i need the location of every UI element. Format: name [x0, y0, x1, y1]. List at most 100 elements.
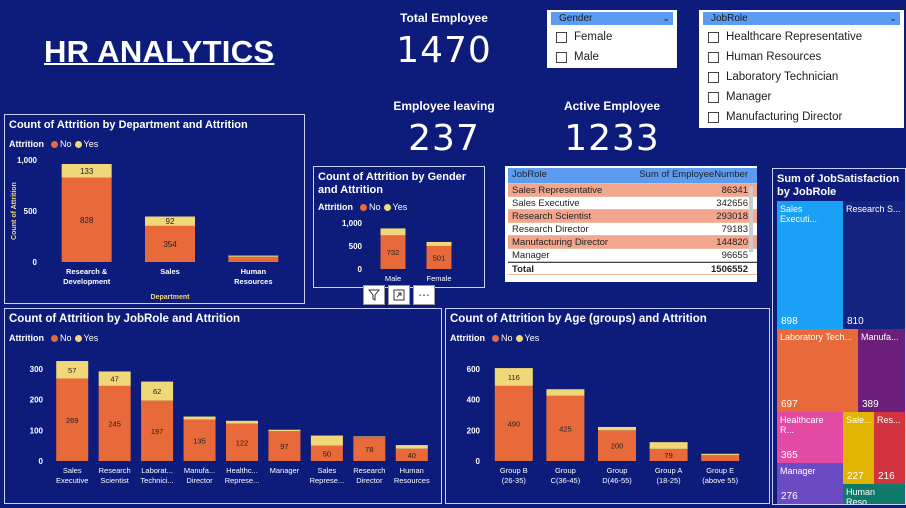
jobrole-option[interactable]: Laboratory Technician [699, 67, 904, 87]
focus-mode-icon[interactable] [388, 285, 410, 305]
chart-legend: Attrition No Yes [450, 333, 539, 343]
legend-yes-dot [74, 334, 82, 342]
x-tick-label: Group A [655, 466, 683, 475]
tile-label: Laboratory Tech... [780, 332, 852, 342]
option-label: Laboratory Technician [726, 71, 839, 83]
table-total-label: Total [512, 264, 534, 274]
legend-no: No [369, 202, 381, 212]
treemap-tile[interactable]: Sale... 227 [843, 412, 874, 484]
kpi-leaving-value: 237 [408, 118, 480, 159]
filter-icon[interactable] [363, 285, 385, 305]
y-axis-label: Count of Attrition [11, 182, 18, 240]
table-cell-jobrole: Manager [512, 250, 550, 261]
y-tick-label: 0 [39, 457, 44, 466]
jobrole-slicer-header[interactable]: JobRole ⌄ [703, 12, 900, 25]
checkbox-icon[interactable] [708, 31, 719, 43]
legend-no: No [60, 139, 72, 149]
y-tick-label: 200 [30, 396, 44, 405]
data-label-yes: 47 [110, 375, 118, 384]
chart-attrition-by-gender[interactable]: Count of Attrition by Gender and Attriti… [313, 166, 485, 288]
chart-attrition-by-age[interactable]: Count of Attrition by Age (groups) and A… [445, 308, 770, 504]
checkbox-icon[interactable] [708, 91, 719, 103]
table-row[interactable]: Sales Executive 342656 [508, 197, 757, 210]
tile-value: 697 [781, 399, 798, 410]
data-label-no: 828 [80, 216, 94, 225]
tile-value: 389 [862, 399, 879, 410]
option-label: Healthcare Representative [726, 31, 863, 43]
x-tick-label: Sales [318, 466, 337, 475]
kpi-total-value: 1470 [396, 30, 492, 71]
table-header-sum[interactable]: Sum of EmployeeNumber [632, 168, 752, 183]
x-tick-label: Resources [234, 277, 272, 286]
gender-option-male[interactable]: Male [547, 47, 677, 67]
jobrole-slicer[interactable]: JobRole ⌄ Healthcare Representative Human… [699, 10, 904, 128]
y-tick-label: 300 [30, 365, 44, 374]
chevron-down-icon[interactable]: ⌄ [662, 12, 670, 25]
chart-title: Count of Attrition by JobRole and Attrit… [9, 313, 241, 325]
data-label-no: 269 [66, 416, 79, 425]
checkbox-icon[interactable] [556, 51, 567, 63]
chart-attrition-by-jobrole[interactable]: Count of Attrition by JobRole and Attrit… [4, 308, 442, 504]
bar-yes [701, 453, 740, 456]
kpi-total-label: Total Employee [400, 11, 488, 25]
treemap-jobsatisfaction[interactable]: Sum of JobSatisfaction by JobRole Sales … [772, 168, 906, 505]
table-row[interactable]: Sales Representative 86341 [508, 184, 757, 197]
treemap-tile[interactable]: Laboratory Tech... 697 [777, 329, 858, 412]
chart-plot-area: 0 500 1,000 Count of Attrition 828 133 Researc… [11, 156, 279, 301]
gender-option-female[interactable]: Female [547, 27, 677, 47]
legend-yes: Yes [524, 333, 540, 343]
treemap-tile[interactable]: Manager 276 [777, 463, 843, 504]
gender-slicer[interactable]: Gender ⌄ Female Male [547, 10, 677, 68]
jobrole-option[interactable]: Manager [699, 87, 904, 107]
jobrole-option[interactable]: Manufacturing Director [699, 107, 904, 127]
treemap-tile[interactable]: Sales Executi... 898 [777, 201, 843, 329]
table-header-jobrole[interactable]: JobRole [508, 168, 632, 183]
table-row[interactable]: Manager 96655 [508, 249, 757, 262]
chart-legend: Attrition No Yes [318, 202, 407, 212]
tile-label: Manager [780, 466, 816, 476]
chevron-down-icon[interactable]: ⌄ [889, 12, 897, 25]
data-label-no: 97 [280, 442, 288, 451]
jobrole-option[interactable]: Human Resources [699, 47, 904, 67]
chart-attrition-by-department[interactable]: Count of Attrition by Department and Att… [4, 114, 305, 304]
checkbox-icon[interactable] [556, 31, 567, 43]
x-tick-label: (above 55) [702, 476, 738, 485]
y-tick-label: 0 [358, 265, 363, 274]
x-tick-label: Technici... [140, 476, 173, 485]
checkbox-icon[interactable] [708, 111, 719, 123]
bar-yes [546, 389, 585, 396]
treemap-tile[interactable]: Human Reso... [843, 484, 905, 504]
more-options-icon[interactable]: ⋯ [413, 285, 435, 305]
table-scrollbar[interactable] [749, 186, 753, 252]
chart-plot-area: 0200400600490116Group B(26-35)425GroupC(… [467, 365, 740, 485]
legend-no-dot [51, 140, 58, 148]
kpi-active-label: Active Employee [563, 99, 661, 113]
x-tick-label: Group [555, 466, 576, 475]
checkbox-icon[interactable] [708, 51, 719, 63]
table-row[interactable]: Research Scientist 293018 [508, 210, 757, 223]
checkbox-icon[interactable] [708, 71, 719, 83]
table-row[interactable]: Research Director 79183 [508, 223, 757, 236]
x-tick-label: (26-35) [502, 476, 527, 485]
x-tick-label: Human [241, 267, 267, 276]
data-label-yes: 116 [508, 373, 520, 382]
gender-slicer-header[interactable]: Gender ⌄ [551, 12, 673, 25]
data-label-no: 40 [408, 451, 416, 460]
legend-title: Attrition [318, 202, 353, 212]
treemap-tile[interactable]: Research S... 810 [843, 201, 905, 329]
legend-yes: Yes [392, 202, 408, 212]
jobrole-option[interactable]: Healthcare Representative [699, 27, 904, 47]
x-tick-label: Research & [66, 267, 108, 276]
treemap-tile[interactable]: Healthcare R... 365 [777, 412, 843, 463]
data-label-no: 200 [611, 442, 624, 451]
treemap-tile[interactable]: Res... 216 [874, 412, 905, 484]
data-label-no: 50 [323, 449, 331, 458]
legend-no-dot [51, 334, 58, 342]
table-row[interactable]: Manufacturing Director 144820 [508, 236, 757, 249]
legend-no: No [501, 333, 513, 343]
jobrole-slicer-title: JobRole [711, 13, 748, 24]
x-axis-label: Department [151, 294, 191, 301]
legend-yes-dot [74, 140, 82, 148]
jobrole-table[interactable]: JobRole Sum of EmployeeNumber Sales Repr… [505, 166, 757, 282]
treemap-tile[interactable]: Manufa... 389 [858, 329, 905, 412]
